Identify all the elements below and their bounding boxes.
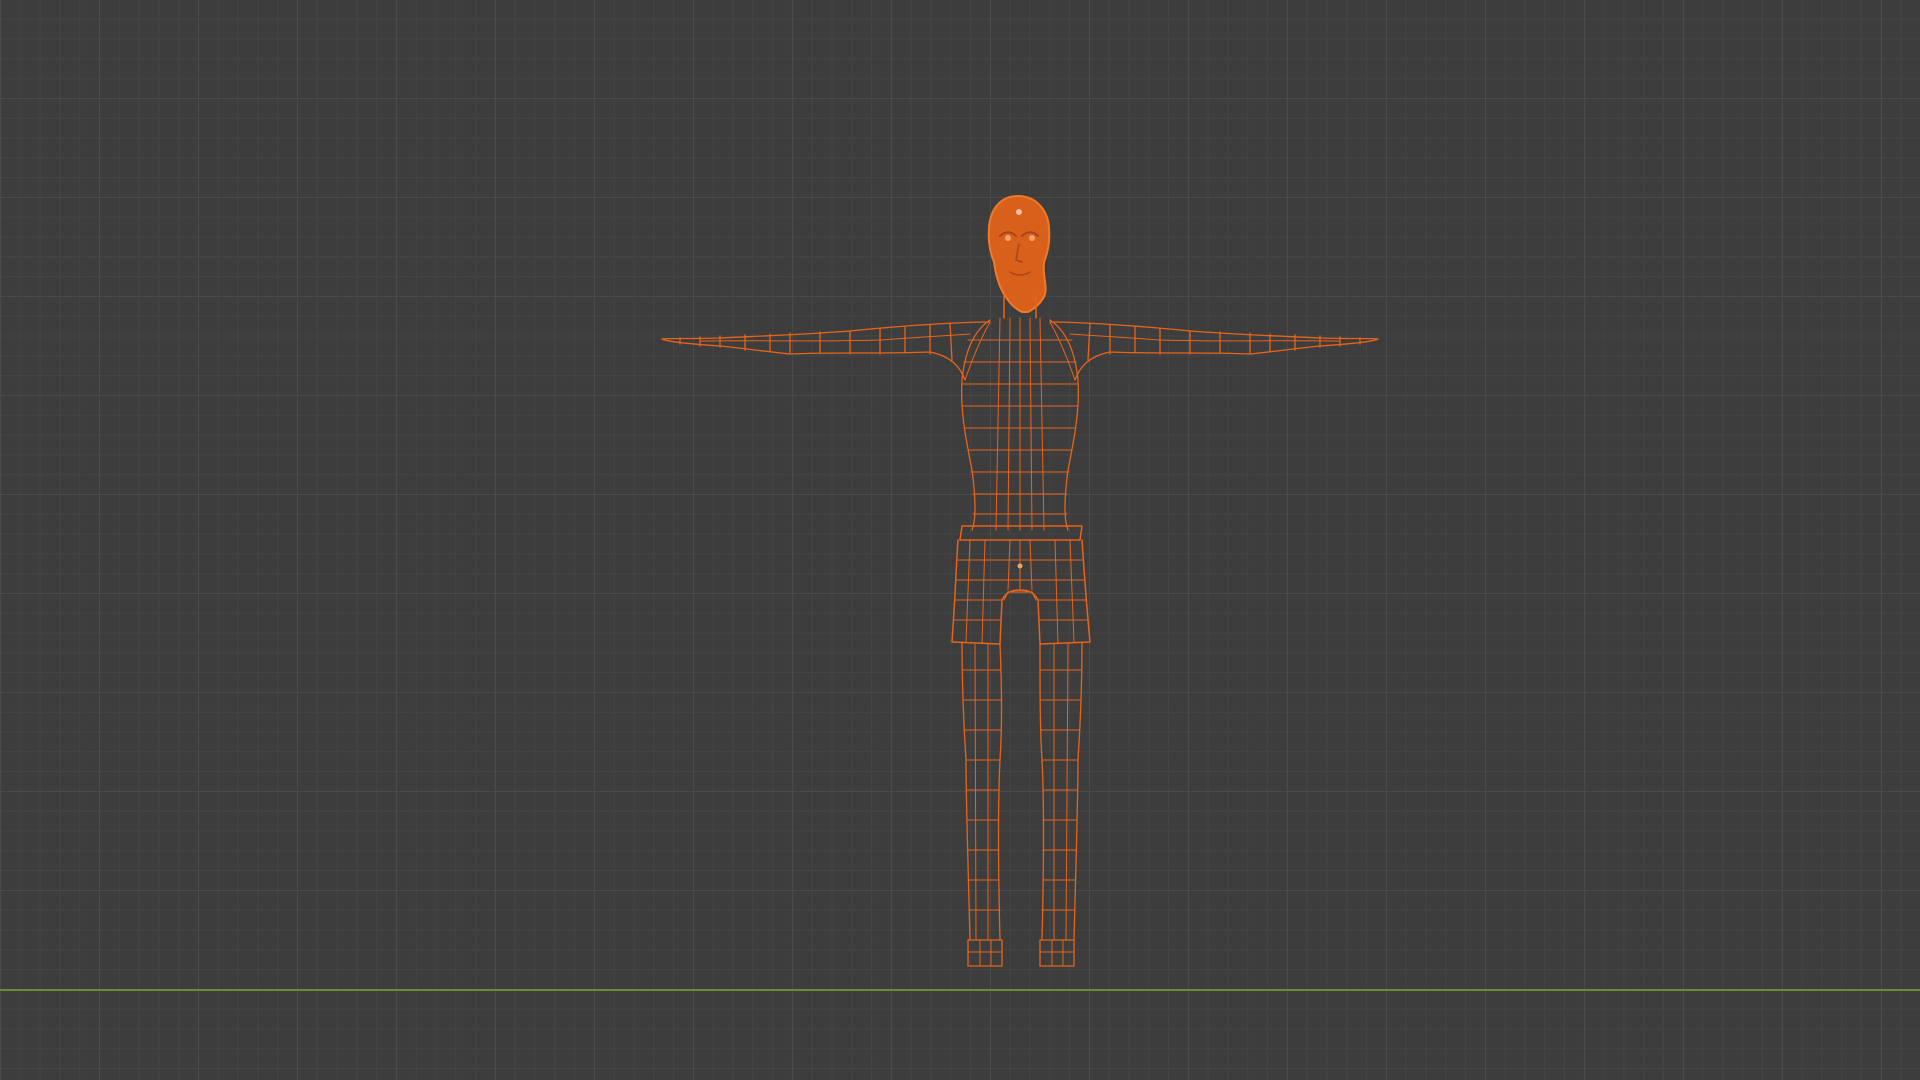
shorts-mesh[interactable]: [951, 525, 1091, 645]
left-leg-mesh[interactable]: [961, 641, 1003, 967]
head-mesh[interactable]: [987, 195, 1051, 319]
torso-mesh[interactable]: [960, 317, 1080, 531]
humanoid-wireframe-model[interactable]: [0, 0, 1920, 1080]
left-arm-mesh[interactable]: [661, 321, 991, 381]
3d-viewport[interactable]: [0, 0, 1920, 1080]
right-arm-mesh[interactable]: [1049, 321, 1379, 381]
right-leg-mesh[interactable]: [1039, 641, 1083, 967]
